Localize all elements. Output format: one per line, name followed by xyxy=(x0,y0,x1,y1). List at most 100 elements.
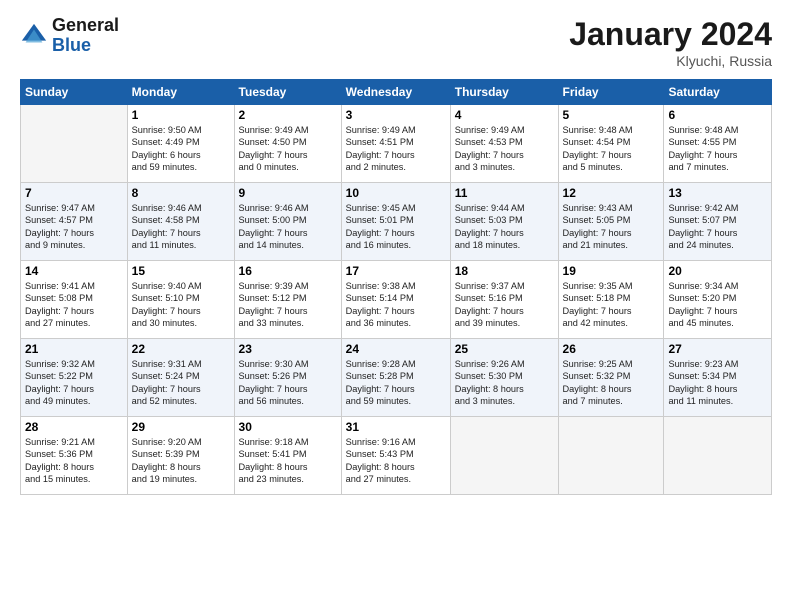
day-info: Sunrise: 9:45 AM Sunset: 5:01 PM Dayligh… xyxy=(346,202,446,252)
table-row: 21 Sunrise: 9:32 AM Sunset: 5:22 PM Dayli… xyxy=(21,339,128,417)
day-number: 12 xyxy=(563,186,660,200)
table-row: 7Sunrise: 9:47 AM Sunset: 4:57 PM Daylig… xyxy=(21,183,128,261)
table-row: 14 Sunrise: 9:41 AM Sunset: 5:08 PM Dayli… xyxy=(21,261,128,339)
table-row: 4 Sunrise: 9:49 AM Sunset: 4:53 PM Daylig… xyxy=(450,105,558,183)
header: General Blue January 2024 Klyuchi, Russi… xyxy=(20,16,772,69)
table-row: 6 Sunrise: 9:48 AM Sunset: 4:55 PM Daylig… xyxy=(664,105,772,183)
title-section: January 2024 Klyuchi, Russia xyxy=(569,16,772,69)
day-number: 9 xyxy=(239,186,337,200)
table-row: 19 Sunrise: 9:35 AM Sunset: 5:18 PM Dayli… xyxy=(558,261,664,339)
table-row: 5Sunrise: 9:48 AM Sunset: 4:54 PM Daylig… xyxy=(558,105,664,183)
day-info: Sunrise: 9:21 AM Sunset: 5:36 PM Dayligh… xyxy=(25,436,123,486)
page: General Blue January 2024 Klyuchi, Russi… xyxy=(0,0,792,612)
day-info: Sunrise: 9:30 AM Sunset: 5:26 PM Dayligh… xyxy=(239,358,337,408)
day-number: 22 xyxy=(132,342,230,356)
col-saturday: Saturday xyxy=(664,80,772,105)
table-row xyxy=(558,417,664,495)
day-number: 1 xyxy=(132,108,230,122)
table-row: 3 Sunrise: 9:49 AM Sunset: 4:51 PM Daylig… xyxy=(341,105,450,183)
table-row xyxy=(21,105,128,183)
day-info: Sunrise: 9:28 AM Sunset: 5:28 PM Dayligh… xyxy=(346,358,446,408)
logo-text: General Blue xyxy=(52,16,119,56)
day-info: Sunrise: 9:16 AM Sunset: 5:43 PM Dayligh… xyxy=(346,436,446,486)
day-info: Sunrise: 9:48 AM Sunset: 4:55 PM Dayligh… xyxy=(668,124,767,174)
day-info: Sunrise: 9:50 AM Sunset: 4:49 PM Dayligh… xyxy=(132,124,230,174)
day-number: 7 xyxy=(25,186,123,200)
logo-general: General xyxy=(52,16,119,36)
table-row: 24 Sunrise: 9:28 AM Sunset: 5:28 PM Dayli… xyxy=(341,339,450,417)
col-sunday: Sunday xyxy=(21,80,128,105)
location: Klyuchi, Russia xyxy=(569,53,772,69)
day-number: 8 xyxy=(132,186,230,200)
day-info: Sunrise: 9:32 AM Sunset: 5:22 PM Dayligh… xyxy=(25,358,123,408)
day-number: 18 xyxy=(455,264,554,278)
day-info: Sunrise: 9:23 AM Sunset: 5:34 PM Dayligh… xyxy=(668,358,767,408)
col-wednesday: Wednesday xyxy=(341,80,450,105)
calendar-week-row: 14 Sunrise: 9:41 AM Sunset: 5:08 PM Dayli… xyxy=(21,261,772,339)
table-row: 11 Sunrise: 9:44 AM Sunset: 5:03 PM Dayli… xyxy=(450,183,558,261)
day-info: Sunrise: 9:20 AM Sunset: 5:39 PM Dayligh… xyxy=(132,436,230,486)
table-row: 10Sunrise: 9:45 AM Sunset: 5:01 PM Dayli… xyxy=(341,183,450,261)
table-row: 9 Sunrise: 9:46 AM Sunset: 5:00 PM Daylig… xyxy=(234,183,341,261)
day-number: 15 xyxy=(132,264,230,278)
day-info: Sunrise: 9:26 AM Sunset: 5:30 PM Dayligh… xyxy=(455,358,554,408)
table-row: 29 Sunrise: 9:20 AM Sunset: 5:39 PM Dayli… xyxy=(127,417,234,495)
day-info: Sunrise: 9:38 AM Sunset: 5:14 PM Dayligh… xyxy=(346,280,446,330)
table-row: 31 Sunrise: 9:16 AM Sunset: 5:43 PM Dayli… xyxy=(341,417,450,495)
day-number: 24 xyxy=(346,342,446,356)
table-row: 12Sunrise: 9:43 AM Sunset: 5:05 PM Dayli… xyxy=(558,183,664,261)
day-info: Sunrise: 9:31 AM Sunset: 5:24 PM Dayligh… xyxy=(132,358,230,408)
logo-blue: Blue xyxy=(52,36,119,56)
month-year: January 2024 xyxy=(569,16,772,53)
calendar-table: Sunday Monday Tuesday Wednesday Thursday… xyxy=(20,79,772,495)
day-number: 2 xyxy=(239,108,337,122)
day-number: 31 xyxy=(346,420,446,434)
day-info: Sunrise: 9:41 AM Sunset: 5:08 PM Dayligh… xyxy=(25,280,123,330)
table-row: 13Sunrise: 9:42 AM Sunset: 5:07 PM Dayli… xyxy=(664,183,772,261)
table-row xyxy=(664,417,772,495)
day-number: 29 xyxy=(132,420,230,434)
day-info: Sunrise: 9:49 AM Sunset: 4:51 PM Dayligh… xyxy=(346,124,446,174)
day-info: Sunrise: 9:44 AM Sunset: 5:03 PM Dayligh… xyxy=(455,202,554,252)
day-info: Sunrise: 9:40 AM Sunset: 5:10 PM Dayligh… xyxy=(132,280,230,330)
day-info: Sunrise: 9:18 AM Sunset: 5:41 PM Dayligh… xyxy=(239,436,337,486)
logo-icon xyxy=(20,22,48,50)
day-number: 11 xyxy=(455,186,554,200)
day-number: 21 xyxy=(25,342,123,356)
day-info: Sunrise: 9:46 AM Sunset: 4:58 PM Dayligh… xyxy=(132,202,230,252)
calendar-week-row: 7Sunrise: 9:47 AM Sunset: 4:57 PM Daylig… xyxy=(21,183,772,261)
day-info: Sunrise: 9:35 AM Sunset: 5:18 PM Dayligh… xyxy=(563,280,660,330)
table-row: 1 Sunrise: 9:50 AM Sunset: 4:49 PM Daylig… xyxy=(127,105,234,183)
day-number: 3 xyxy=(346,108,446,122)
col-tuesday: Tuesday xyxy=(234,80,341,105)
day-number: 26 xyxy=(563,342,660,356)
table-row xyxy=(450,417,558,495)
col-thursday: Thursday xyxy=(450,80,558,105)
day-info: Sunrise: 9:39 AM Sunset: 5:12 PM Dayligh… xyxy=(239,280,337,330)
day-number: 20 xyxy=(668,264,767,278)
day-number: 14 xyxy=(25,264,123,278)
table-row: 2Sunrise: 9:49 AM Sunset: 4:50 PM Daylig… xyxy=(234,105,341,183)
day-number: 19 xyxy=(563,264,660,278)
day-number: 4 xyxy=(455,108,554,122)
day-number: 17 xyxy=(346,264,446,278)
table-row: 23Sunrise: 9:30 AM Sunset: 5:26 PM Dayli… xyxy=(234,339,341,417)
table-row: 15 Sunrise: 9:40 AM Sunset: 5:10 PM Dayli… xyxy=(127,261,234,339)
table-row: 22 Sunrise: 9:31 AM Sunset: 5:24 PM Dayli… xyxy=(127,339,234,417)
day-number: 25 xyxy=(455,342,554,356)
day-number: 27 xyxy=(668,342,767,356)
day-info: Sunrise: 9:25 AM Sunset: 5:32 PM Dayligh… xyxy=(563,358,660,408)
col-friday: Friday xyxy=(558,80,664,105)
day-info: Sunrise: 9:48 AM Sunset: 4:54 PM Dayligh… xyxy=(563,124,660,174)
col-monday: Monday xyxy=(127,80,234,105)
table-row: 26 Sunrise: 9:25 AM Sunset: 5:32 PM Dayli… xyxy=(558,339,664,417)
logo: General Blue xyxy=(20,16,119,56)
day-info: Sunrise: 9:46 AM Sunset: 5:00 PM Dayligh… xyxy=(239,202,337,252)
day-number: 28 xyxy=(25,420,123,434)
day-number: 6 xyxy=(668,108,767,122)
day-number: 13 xyxy=(668,186,767,200)
day-info: Sunrise: 9:49 AM Sunset: 4:53 PM Dayligh… xyxy=(455,124,554,174)
day-number: 16 xyxy=(239,264,337,278)
day-info: Sunrise: 9:37 AM Sunset: 5:16 PM Dayligh… xyxy=(455,280,554,330)
table-row: 27 Sunrise: 9:23 AM Sunset: 5:34 PM Dayli… xyxy=(664,339,772,417)
